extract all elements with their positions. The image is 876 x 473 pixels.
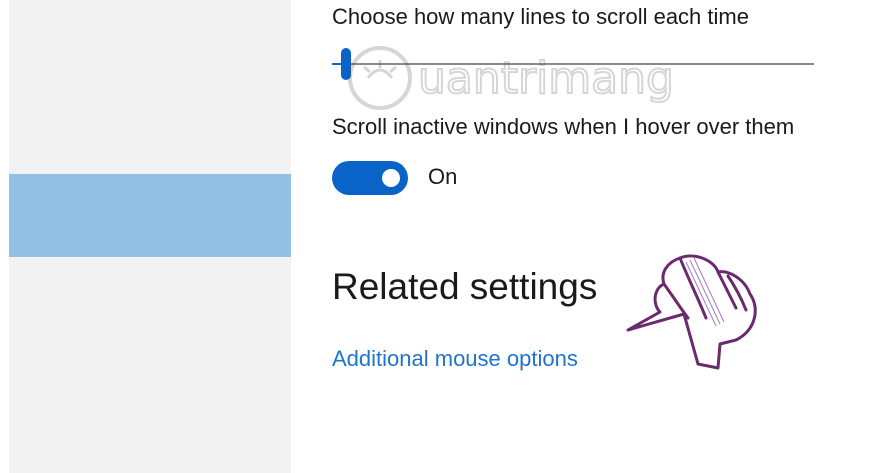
scroll-inactive-toggle[interactable] bbox=[332, 161, 408, 195]
hand-pointing-icon bbox=[626, 254, 757, 370]
slider-thumb[interactable] bbox=[341, 48, 351, 80]
scroll-inactive-label: Scroll inactive windows when I hover ove… bbox=[332, 114, 795, 139]
settings-content: Choose how many lines to scroll each tim… bbox=[332, 0, 876, 473]
sidebar bbox=[9, 0, 291, 473]
toggle-state-label: On bbox=[428, 164, 458, 189]
toggle-knob bbox=[382, 169, 400, 187]
scroll-lines-slider[interactable] bbox=[332, 48, 814, 80]
scroll-lines-label: Choose how many lines to scroll each tim… bbox=[332, 4, 749, 29]
sidebar-selected-item[interactable] bbox=[9, 174, 291, 257]
slider-track bbox=[332, 63, 814, 65]
related-settings-heading: Related settings bbox=[332, 266, 598, 307]
additional-mouse-options-link[interactable]: Additional mouse options bbox=[332, 345, 578, 373]
